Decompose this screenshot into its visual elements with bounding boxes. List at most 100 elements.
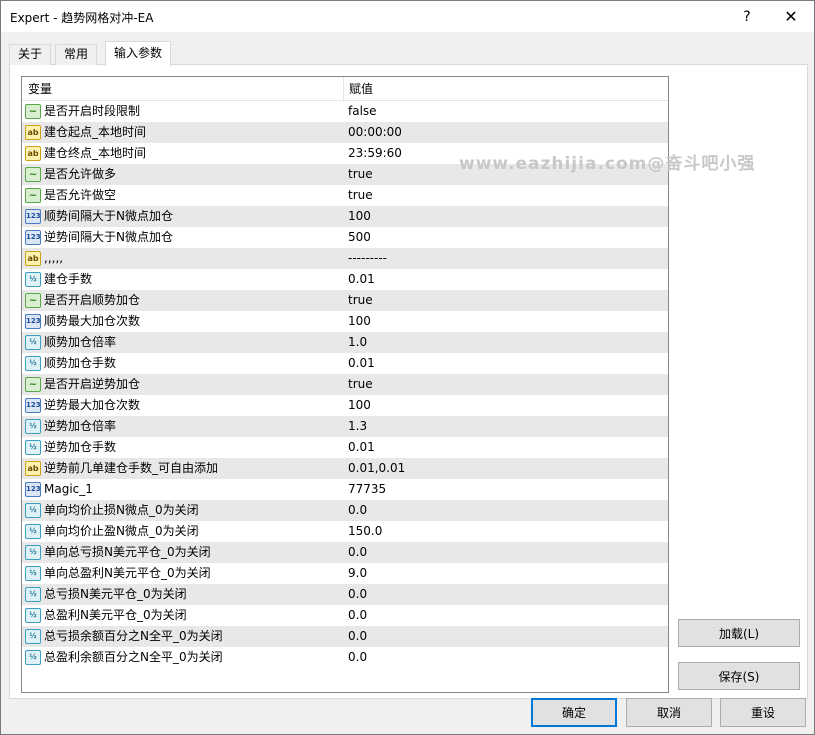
- table-row[interactable]: ½ 总亏损余额百分之N全平_0为关闭 0.0: [22, 626, 668, 647]
- table-row[interactable]: ½ 顺势加仓倍率 1.0: [22, 332, 668, 353]
- variable-name-text: 顺势最大加仓次数: [44, 314, 141, 328]
- variable-name: 单向总盈利N美元平仓_0为关闭: [22, 563, 344, 584]
- variable-name-text: 建仓手数: [44, 272, 93, 286]
- variable-value[interactable]: 0.0: [348, 500, 666, 521]
- table-row[interactable]: ½ 单向总盈利N美元平仓_0为关闭 9.0: [22, 563, 668, 584]
- variable-name: 建仓终点_本地时间: [22, 143, 344, 164]
- variable-name-text: 是否允许做空: [44, 188, 117, 202]
- variable-name-text: 单向均价止盈N微点_0为关闭: [44, 524, 199, 538]
- table-row[interactable]: ab 建仓起点_本地时间 00:00:00: [22, 122, 668, 143]
- variable-name: 逆势前几单建仓手数_可自由添加: [22, 458, 344, 479]
- tab-inputs[interactable]: 输入参数: [105, 41, 172, 66]
- variable-name-text: 单向均价止损N微点_0为关闭: [44, 503, 199, 517]
- close-button[interactable]: ✕: [771, 3, 811, 30]
- table-row[interactable]: ½ 逆势加仓倍率 1.3: [22, 416, 668, 437]
- table-row[interactable]: ½ 单向均价止损N微点_0为关闭 0.0: [22, 500, 668, 521]
- table-row[interactable]: ~ 是否允许做空 true: [22, 185, 668, 206]
- table-row[interactable]: ½ 逆势加仓手数 0.01: [22, 437, 668, 458]
- variable-value[interactable]: true: [348, 374, 666, 395]
- table-row[interactable]: ab 逆势前几单建仓手数_可自由添加 0.01,0.01: [22, 458, 668, 479]
- variable-value[interactable]: 0.01: [348, 269, 666, 290]
- variable-name-text: 是否开启顺势加仓: [44, 293, 141, 307]
- variable-name: 单向均价止损N微点_0为关闭: [22, 500, 344, 521]
- column-header-variable[interactable]: 变量: [22, 77, 344, 101]
- grid-header: 变量 赋值: [22, 77, 668, 101]
- cancel-button[interactable]: 取消: [626, 698, 712, 727]
- variable-value[interactable]: 100: [348, 395, 666, 416]
- variable-value[interactable]: true: [348, 185, 666, 206]
- table-row[interactable]: ½ 总盈利余额百分之N全平_0为关闭 0.0: [22, 647, 668, 668]
- variable-name: 顺势加仓手数: [22, 353, 344, 374]
- table-row[interactable]: ½ 总盈利N美元平仓_0为关闭 0.0: [22, 605, 668, 626]
- variable-value[interactable]: 150.0: [348, 521, 666, 542]
- variable-name: ,,,,,: [22, 248, 344, 269]
- load-button[interactable]: 加载(L): [678, 619, 800, 647]
- variable-value[interactable]: 00:00:00: [348, 122, 666, 143]
- variable-value[interactable]: false: [348, 101, 666, 122]
- table-row[interactable]: ½ 建仓手数 0.01: [22, 269, 668, 290]
- variable-value[interactable]: 100: [348, 206, 666, 227]
- tab-common[interactable]: 常用: [55, 44, 98, 65]
- tab-about[interactable]: 关于: [9, 44, 52, 65]
- save-button[interactable]: 保存(S): [678, 662, 800, 690]
- variable-value[interactable]: 100: [348, 311, 666, 332]
- variable-name: 顺势最大加仓次数: [22, 311, 344, 332]
- variable-name: 总盈利N美元平仓_0为关闭: [22, 605, 344, 626]
- window-title: Expert - 趋势网格对冲-EA: [10, 11, 154, 25]
- table-row[interactable]: ~ 是否开启逆势加仓 true: [22, 374, 668, 395]
- table-row[interactable]: ½ 单向总亏损N美元平仓_0为关闭 0.0: [22, 542, 668, 563]
- variable-name: 逆势加仓手数: [22, 437, 344, 458]
- variable-name-text: 逆势最大加仓次数: [44, 398, 141, 412]
- variable-value[interactable]: 0.0: [348, 584, 666, 605]
- table-row[interactable]: 123 逆势最大加仓次数 100: [22, 395, 668, 416]
- variable-value[interactable]: 0.0: [348, 605, 666, 626]
- table-row[interactable]: 123 顺势最大加仓次数 100: [22, 311, 668, 332]
- variable-value[interactable]: 0.01: [348, 437, 666, 458]
- variable-name-text: 总盈利余额百分之N全平_0为关闭: [44, 650, 223, 664]
- table-row[interactable]: 123 逆势间隔大于N微点加仓 500: [22, 227, 668, 248]
- variable-name-text: 总亏损余额百分之N全平_0为关闭: [44, 629, 223, 643]
- variable-value[interactable]: 9.0: [348, 563, 666, 584]
- variable-name: 是否允许做多: [22, 164, 344, 185]
- variable-name: 建仓起点_本地时间: [22, 122, 344, 143]
- table-row[interactable]: ½ 顺势加仓手数 0.01: [22, 353, 668, 374]
- column-header-value[interactable]: 赋值: [344, 77, 668, 101]
- variable-name-text: ,,,,,: [44, 251, 64, 265]
- variable-value[interactable]: ---------: [348, 248, 666, 269]
- table-row[interactable]: 123 Magic_1 77735: [22, 479, 668, 500]
- table-row[interactable]: ab,,,,, ---------: [22, 248, 668, 269]
- variable-value[interactable]: 0.01: [348, 353, 666, 374]
- variable-value[interactable]: 500: [348, 227, 666, 248]
- table-row[interactable]: ~ 是否开启顺势加仓 true: [22, 290, 668, 311]
- table-row[interactable]: 123 顺势间隔大于N微点加仓 100: [22, 206, 668, 227]
- variable-name-text: 逆势加仓倍率: [44, 419, 117, 433]
- variable-value[interactable]: 0.0: [348, 626, 666, 647]
- variable-name: 是否开启顺势加仓: [22, 290, 344, 311]
- ok-button[interactable]: 确定: [531, 698, 617, 727]
- table-row[interactable]: ½ 总亏损N美元平仓_0为关闭 0.0: [22, 584, 668, 605]
- variable-value[interactable]: 0.0: [348, 542, 666, 563]
- variable-value[interactable]: 0.01,0.01: [348, 458, 666, 479]
- variable-name: 建仓手数: [22, 269, 344, 290]
- variable-name: 单向均价止盈N微点_0为关闭: [22, 521, 344, 542]
- reset-button[interactable]: 重设: [720, 698, 806, 727]
- variable-name-text: 是否开启时段限制: [44, 104, 141, 118]
- variable-name-text: 顺势加仓倍率: [44, 335, 117, 349]
- variable-value[interactable]: 1.3: [348, 416, 666, 437]
- variable-value[interactable]: true: [348, 290, 666, 311]
- variable-value[interactable]: 1.0: [348, 332, 666, 353]
- variable-name-text: 总盈利N美元平仓_0为关闭: [44, 608, 187, 622]
- variable-value[interactable]: 0.0: [348, 647, 666, 668]
- table-row[interactable]: ½ 单向均价止盈N微点_0为关闭 150.0: [22, 521, 668, 542]
- table-row[interactable]: ~ 是否开启时段限制 false: [22, 101, 668, 122]
- variable-name-text: 单向总亏损N美元平仓_0为关闭: [44, 545, 211, 559]
- variable-name-text: 是否允许做多: [44, 167, 117, 181]
- variable-name: 顺势间隔大于N微点加仓: [22, 206, 344, 227]
- variable-name-text: 建仓终点_本地时间: [44, 146, 147, 160]
- variable-name-text: 逆势间隔大于N微点加仓: [44, 230, 173, 244]
- variable-name: 总盈利余额百分之N全平_0为关闭: [22, 647, 344, 668]
- variable-name-text: Magic_1: [44, 482, 93, 496]
- help-button[interactable]: ?: [727, 3, 767, 30]
- variable-value[interactable]: 77735: [348, 479, 666, 500]
- variable-name: 总亏损余额百分之N全平_0为关闭: [22, 626, 344, 647]
